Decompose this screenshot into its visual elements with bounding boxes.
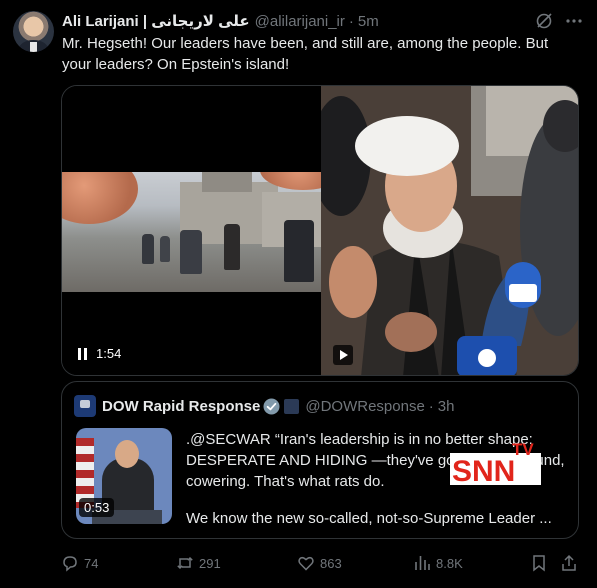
author-name[interactable]: Ali Larijani | علی لاریجانی — [62, 12, 250, 30]
left-video-controls[interactable]: 1:54 — [78, 346, 121, 361]
pedestrian — [284, 220, 314, 282]
tweet-text: Mr. Hegseth! Our leaders have been, and … — [62, 35, 549, 73]
verified-badge-icon — [263, 398, 280, 414]
quote-author-handle[interactable]: @DOWResponse — [305, 398, 424, 415]
heart-icon — [298, 556, 314, 571]
author-avatar[interactable] — [13, 11, 54, 52]
share-icon[interactable] — [560, 554, 578, 572]
grok-icon[interactable] — [535, 12, 553, 30]
quote-time[interactable]: 3h — [438, 398, 455, 415]
right-video[interactable] — [320, 86, 578, 375]
analytics-icon — [415, 556, 430, 570]
more-horizontal-icon[interactable] — [564, 12, 584, 30]
repost-count: 291 — [199, 555, 221, 571]
like-button[interactable]: 863 — [297, 552, 342, 574]
pause-icon[interactable] — [78, 347, 88, 360]
separator-dot: · — [348, 12, 354, 30]
pedestrian — [142, 234, 154, 264]
quote-separator-dot: · — [428, 397, 434, 415]
bookmark-icon[interactable] — [530, 554, 548, 572]
quote-video-duration: 0:53 — [79, 498, 115, 517]
tweet-header: Ali Larijani | علی لاریجانی @alilarijani… — [62, 12, 379, 31]
pedestrian — [180, 230, 202, 274]
reply-count: 74 — [84, 555, 99, 571]
quote-author-avatar[interactable] — [74, 395, 96, 417]
quote-header: DOW Rapid Response @DOWResponse · 3h — [102, 397, 454, 415]
avatar-collar — [30, 42, 37, 52]
repost-icon — [177, 556, 193, 570]
tweet-time[interactable]: 5m — [358, 13, 379, 30]
speaker-head — [115, 440, 139, 468]
author-handle[interactable]: @alilarijani_ir — [255, 13, 345, 30]
left-video[interactable]: 1:54 — [62, 86, 321, 375]
finger-blur — [62, 172, 138, 224]
watermark-tv: TV — [512, 440, 534, 459]
quote-author-name[interactable]: DOW Rapid Response — [102, 398, 260, 415]
building — [202, 172, 252, 192]
quote-text-more: We know the new so-called, not-so-Suprem… — [186, 510, 552, 527]
affiliation-badge-icon — [284, 398, 300, 414]
street-scene — [62, 172, 321, 292]
reply-button[interactable]: 74 — [61, 552, 98, 574]
repost-button[interactable]: 291 — [176, 552, 221, 574]
pedestrian — [224, 224, 240, 270]
like-count: 863 — [320, 555, 342, 571]
watermark-brand: SNN — [452, 455, 515, 487]
snn-tv-watermark: SNN TV — [450, 440, 541, 487]
play-icon[interactable] — [332, 345, 353, 365]
views-count: 8.8K — [436, 555, 463, 571]
media-grid: 1:54 — [61, 85, 579, 376]
tweet-actions: 74 291 863 8.8K — [61, 552, 581, 574]
reply-icon — [63, 556, 77, 572]
views-button[interactable]: 8.8K — [413, 552, 463, 574]
left-video-duration: 1:54 — [96, 346, 122, 361]
pedestrian — [160, 236, 170, 262]
cleric-scene — [320, 86, 578, 375]
